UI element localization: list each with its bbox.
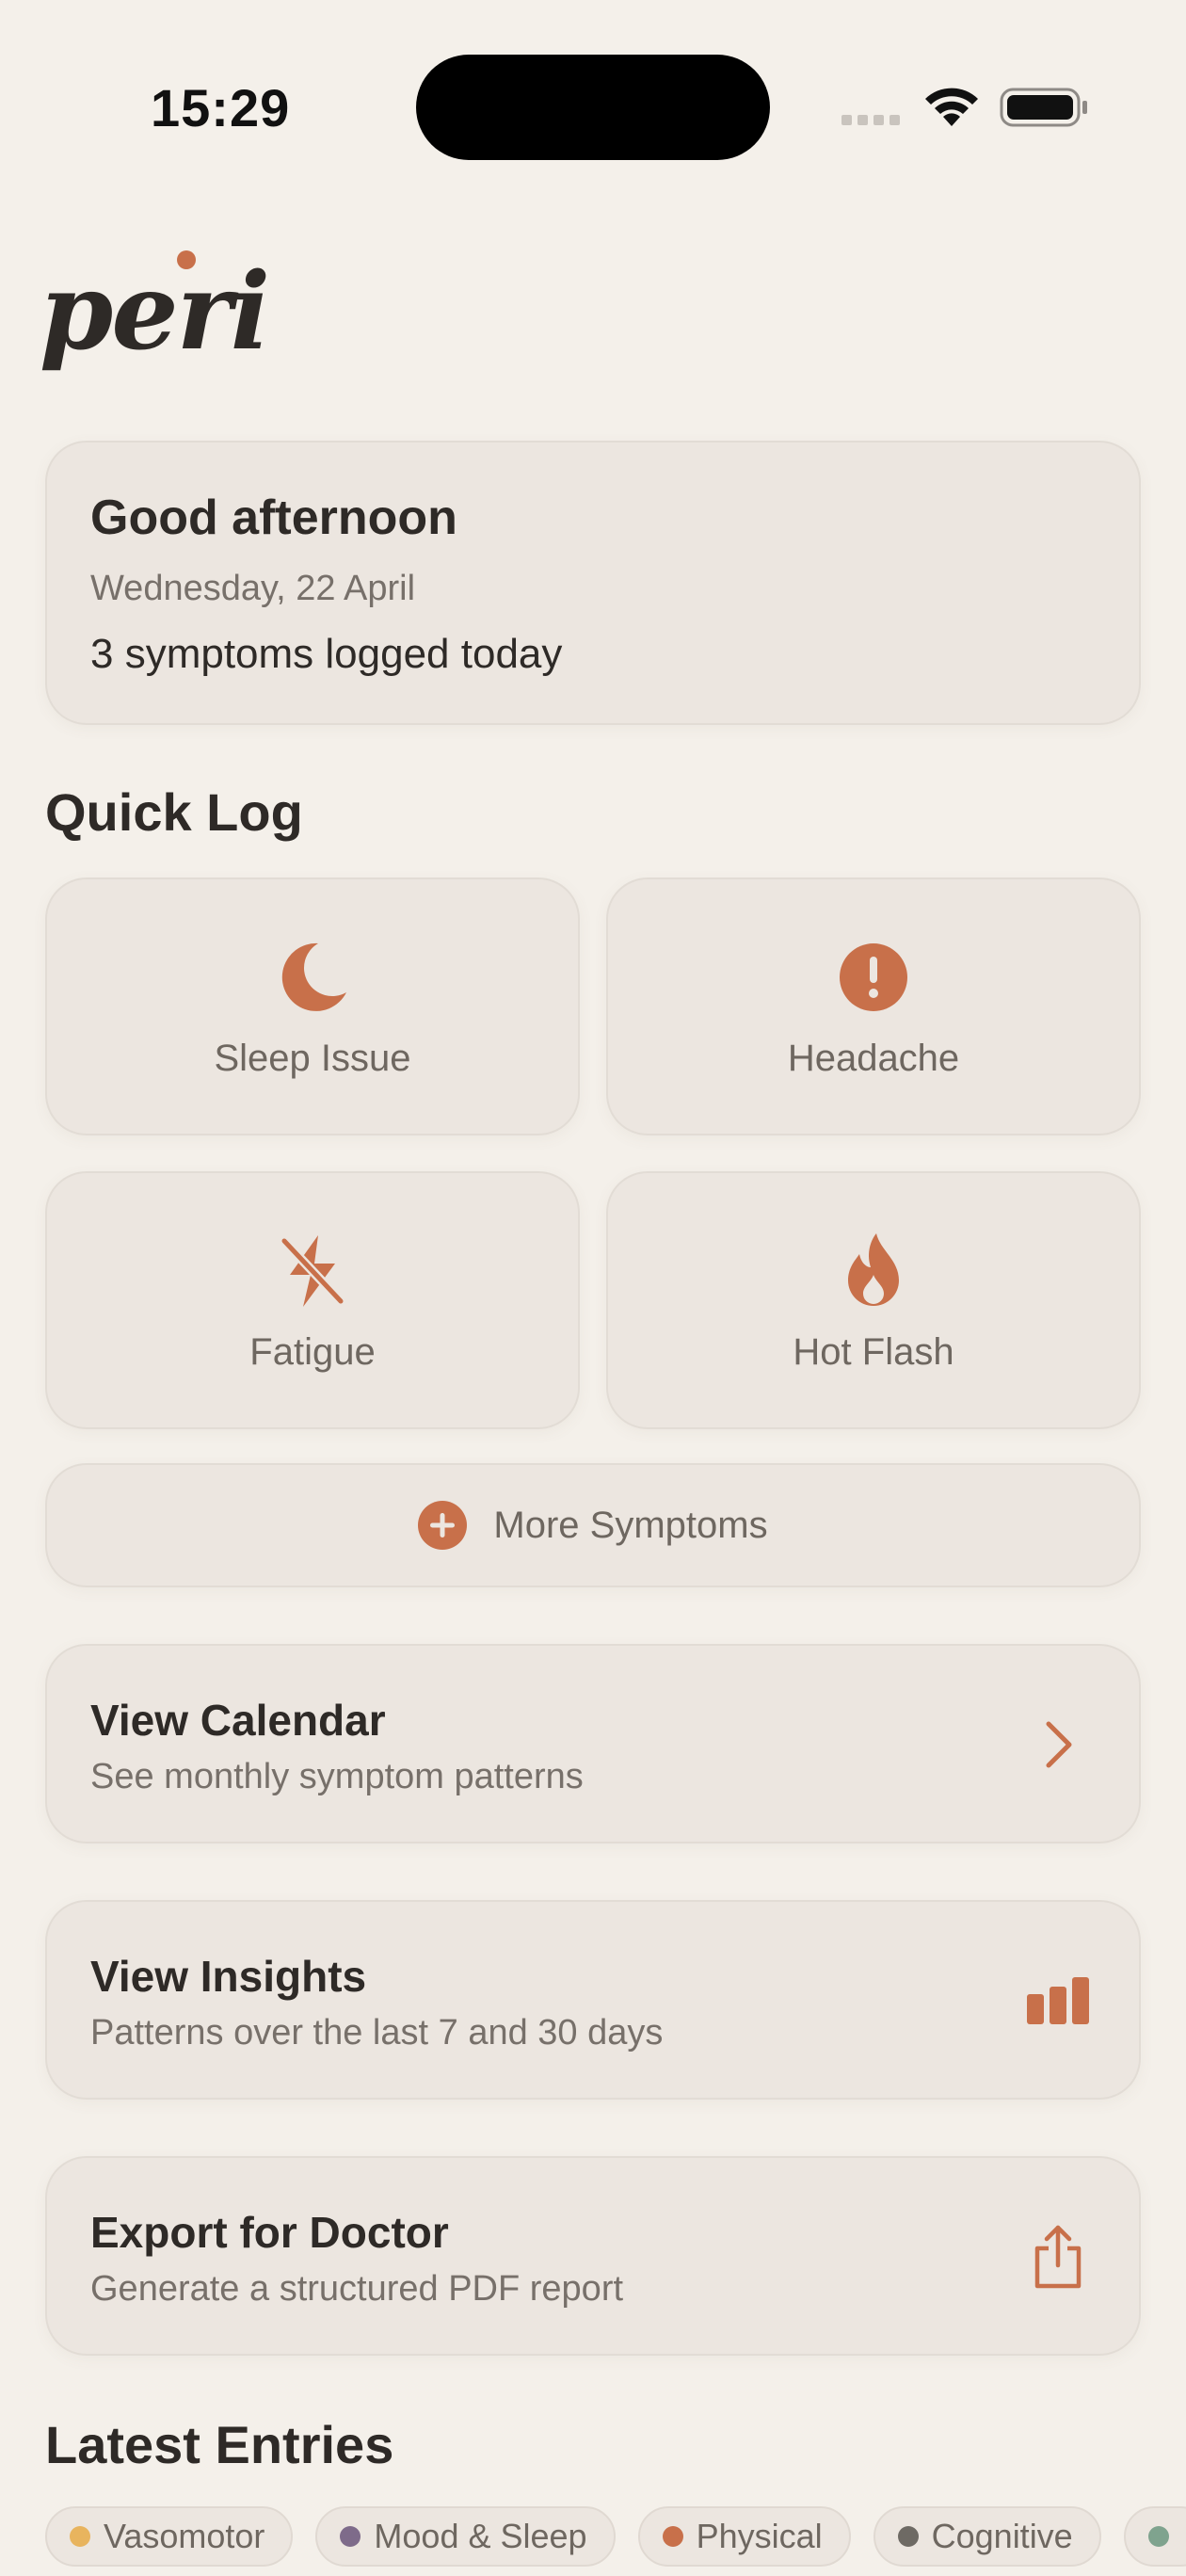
nav-card-subtitle: See monthly symptom patterns [90,1757,584,1796]
quick-log-title: Quick Log [45,782,303,842]
nav-card-title: View Calendar [90,1696,386,1745]
filter-chip-more[interactable] [1123,2506,1186,2567]
status-time: 15:29 [151,78,291,137]
category-dot [1147,2526,1169,2547]
moon-icon [281,942,346,1011]
nav-card-title: Export for Doctor [90,2208,449,2257]
nav-card-subtitle: Patterns over the last 7 and 30 days [90,2013,664,2053]
category-dot [662,2526,683,2547]
nav-card-subtitle: Generate a structured PDF report [90,2269,624,2309]
category-dot [70,2526,90,2547]
chip-label: Mood & Sleep [374,2517,587,2555]
exclamation-circle-icon [840,943,907,1011]
filter-chip-cognitive[interactable]: Cognitive [873,2506,1101,2567]
wifi-icon [925,88,978,126]
plus-circle-icon [418,1501,468,1550]
tile-label: Headache [787,1038,960,1079]
tile-label: Sleep Issue [214,1038,411,1079]
tile-label: Hot Flash [793,1331,954,1373]
latest-entries-title: Latest Entries [45,2415,394,2474]
quick-log-fatigue[interactable]: Fatigue [45,1171,580,1429]
category-filter-chips: Vasomotor Mood & Sleep Physical Cognitiv… [45,2506,1186,2567]
dynamic-island [416,55,770,160]
chevron-right-icon [1046,1721,1072,1768]
status-bar: 15:29 [0,0,1186,188]
tile-label: Fatigue [249,1331,376,1373]
logo-text: peri [40,250,270,374]
filter-chip-vasomotor[interactable]: Vasomotor [45,2506,294,2567]
quick-log-headache[interactable]: Headache [606,877,1141,1135]
bolt-slash-icon [280,1235,345,1307]
greeting-card: Good afternoon Wednesday, 22 April 3 sym… [45,441,1141,725]
category-dot [897,2526,919,2547]
symptom-count: 3 symptoms logged today [90,631,563,677]
view-insights-card[interactable]: View Insights Patterns over the last 7 a… [45,1900,1141,2100]
bar-chart-icon [1027,1977,1089,2024]
nav-card-title: View Insights [90,1952,367,2001]
greeting-title: Good afternoon [90,491,457,545]
battery-icon [1000,88,1087,127]
app-logo: peri [40,241,270,392]
flame-icon [848,1233,899,1306]
share-icon [1034,2225,1082,2289]
chip-label: Cognitive [931,2517,1073,2555]
more-symptoms-label: More Symptoms [493,1504,768,1546]
category-dot [340,2526,361,2547]
cellular-signal-icon [841,115,900,125]
filter-chip-physical[interactable]: Physical [637,2506,851,2567]
export-for-doctor-card[interactable]: Export for Doctor Generate a structured … [45,2156,1141,2356]
more-symptoms-button[interactable]: More Symptoms [45,1463,1141,1587]
chip-label: Vasomotor [104,2517,265,2555]
filter-chip-mood-sleep[interactable]: Mood & Sleep [315,2506,616,2567]
quick-log-sleep-issue[interactable]: Sleep Issue [45,877,580,1135]
chip-label: Physical [696,2517,823,2555]
logo-dot [177,250,196,269]
view-calendar-card[interactable]: View Calendar See monthly symptom patter… [45,1644,1141,1843]
quick-log-hot-flash[interactable]: Hot Flash [606,1171,1141,1429]
greeting-date: Wednesday, 22 April [90,569,416,608]
